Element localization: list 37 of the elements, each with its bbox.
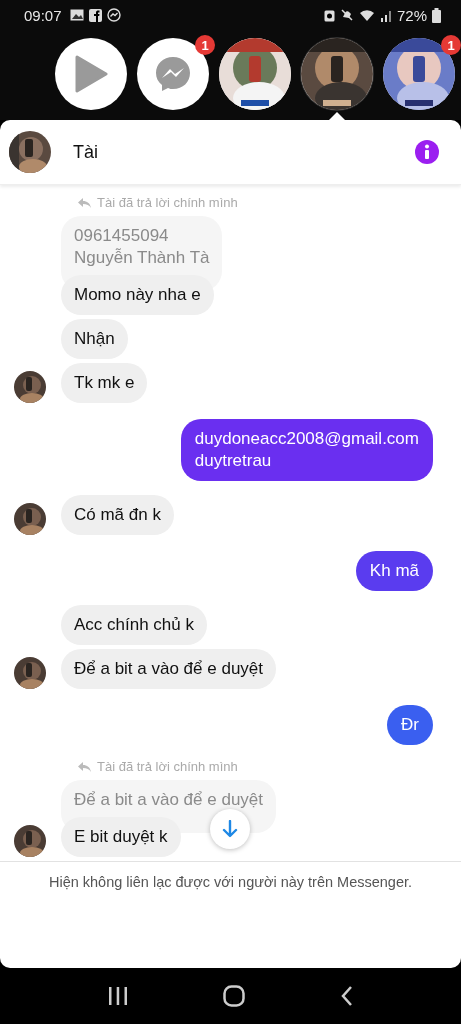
signal-icon — [379, 8, 392, 22]
unread-badge: 1 — [195, 35, 215, 55]
reply-note: Tài đã trả lời chính mình — [97, 195, 238, 210]
message-bubble: Acc chính chủ k — [61, 605, 207, 645]
wifi-icon — [358, 8, 375, 22]
battery-icon — [432, 7, 441, 23]
message-bubble: Đr — [387, 705, 433, 745]
chat-head[interactable] — [301, 38, 373, 110]
message-bubble: Nhận — [61, 319, 128, 359]
contact-name: Tài — [73, 141, 99, 163]
message-bubble: Momo này nha e — [61, 275, 214, 315]
recents-icon[interactable] — [107, 987, 128, 1005]
message-bubble: Có mã đn k — [61, 495, 174, 535]
arrow-down-icon — [222, 820, 238, 838]
reply-note: Tài đã trả lời chính mình — [97, 759, 238, 774]
message-bubble: Kh mã — [355, 551, 433, 591]
battery-percent: 72% — [396, 6, 427, 24]
mute-icon — [339, 8, 354, 22]
home-icon[interactable] — [223, 985, 246, 1007]
message-bubble: duydoneacc2008@gmail.com duytretrau — [180, 419, 433, 481]
message-bubble: Tk mk e — [61, 363, 148, 403]
unread-badge: 1 — [441, 35, 461, 55]
messenger-icon — [154, 55, 192, 93]
messenger-icon — [106, 8, 121, 22]
message-bubble: Để a bit a vào để e duyệt — [61, 649, 277, 689]
play-icon — [74, 55, 108, 93]
message-bubble: E bit duyệt k — [61, 817, 181, 857]
reply-icon — [78, 761, 91, 772]
reply-icon — [78, 197, 91, 208]
gallery-icon — [69, 9, 84, 21]
clock: 09:07 — [24, 6, 62, 24]
back-icon[interactable] — [341, 986, 354, 1006]
facebook-icon — [88, 8, 102, 22]
scroll-down-button[interactable] — [210, 809, 250, 849]
battery-saver-icon — [323, 8, 335, 22]
notice-text: Hiện không liên lạc được với người này trên Messenger. — [48, 874, 413, 892]
info-icon[interactable] — [415, 140, 439, 164]
